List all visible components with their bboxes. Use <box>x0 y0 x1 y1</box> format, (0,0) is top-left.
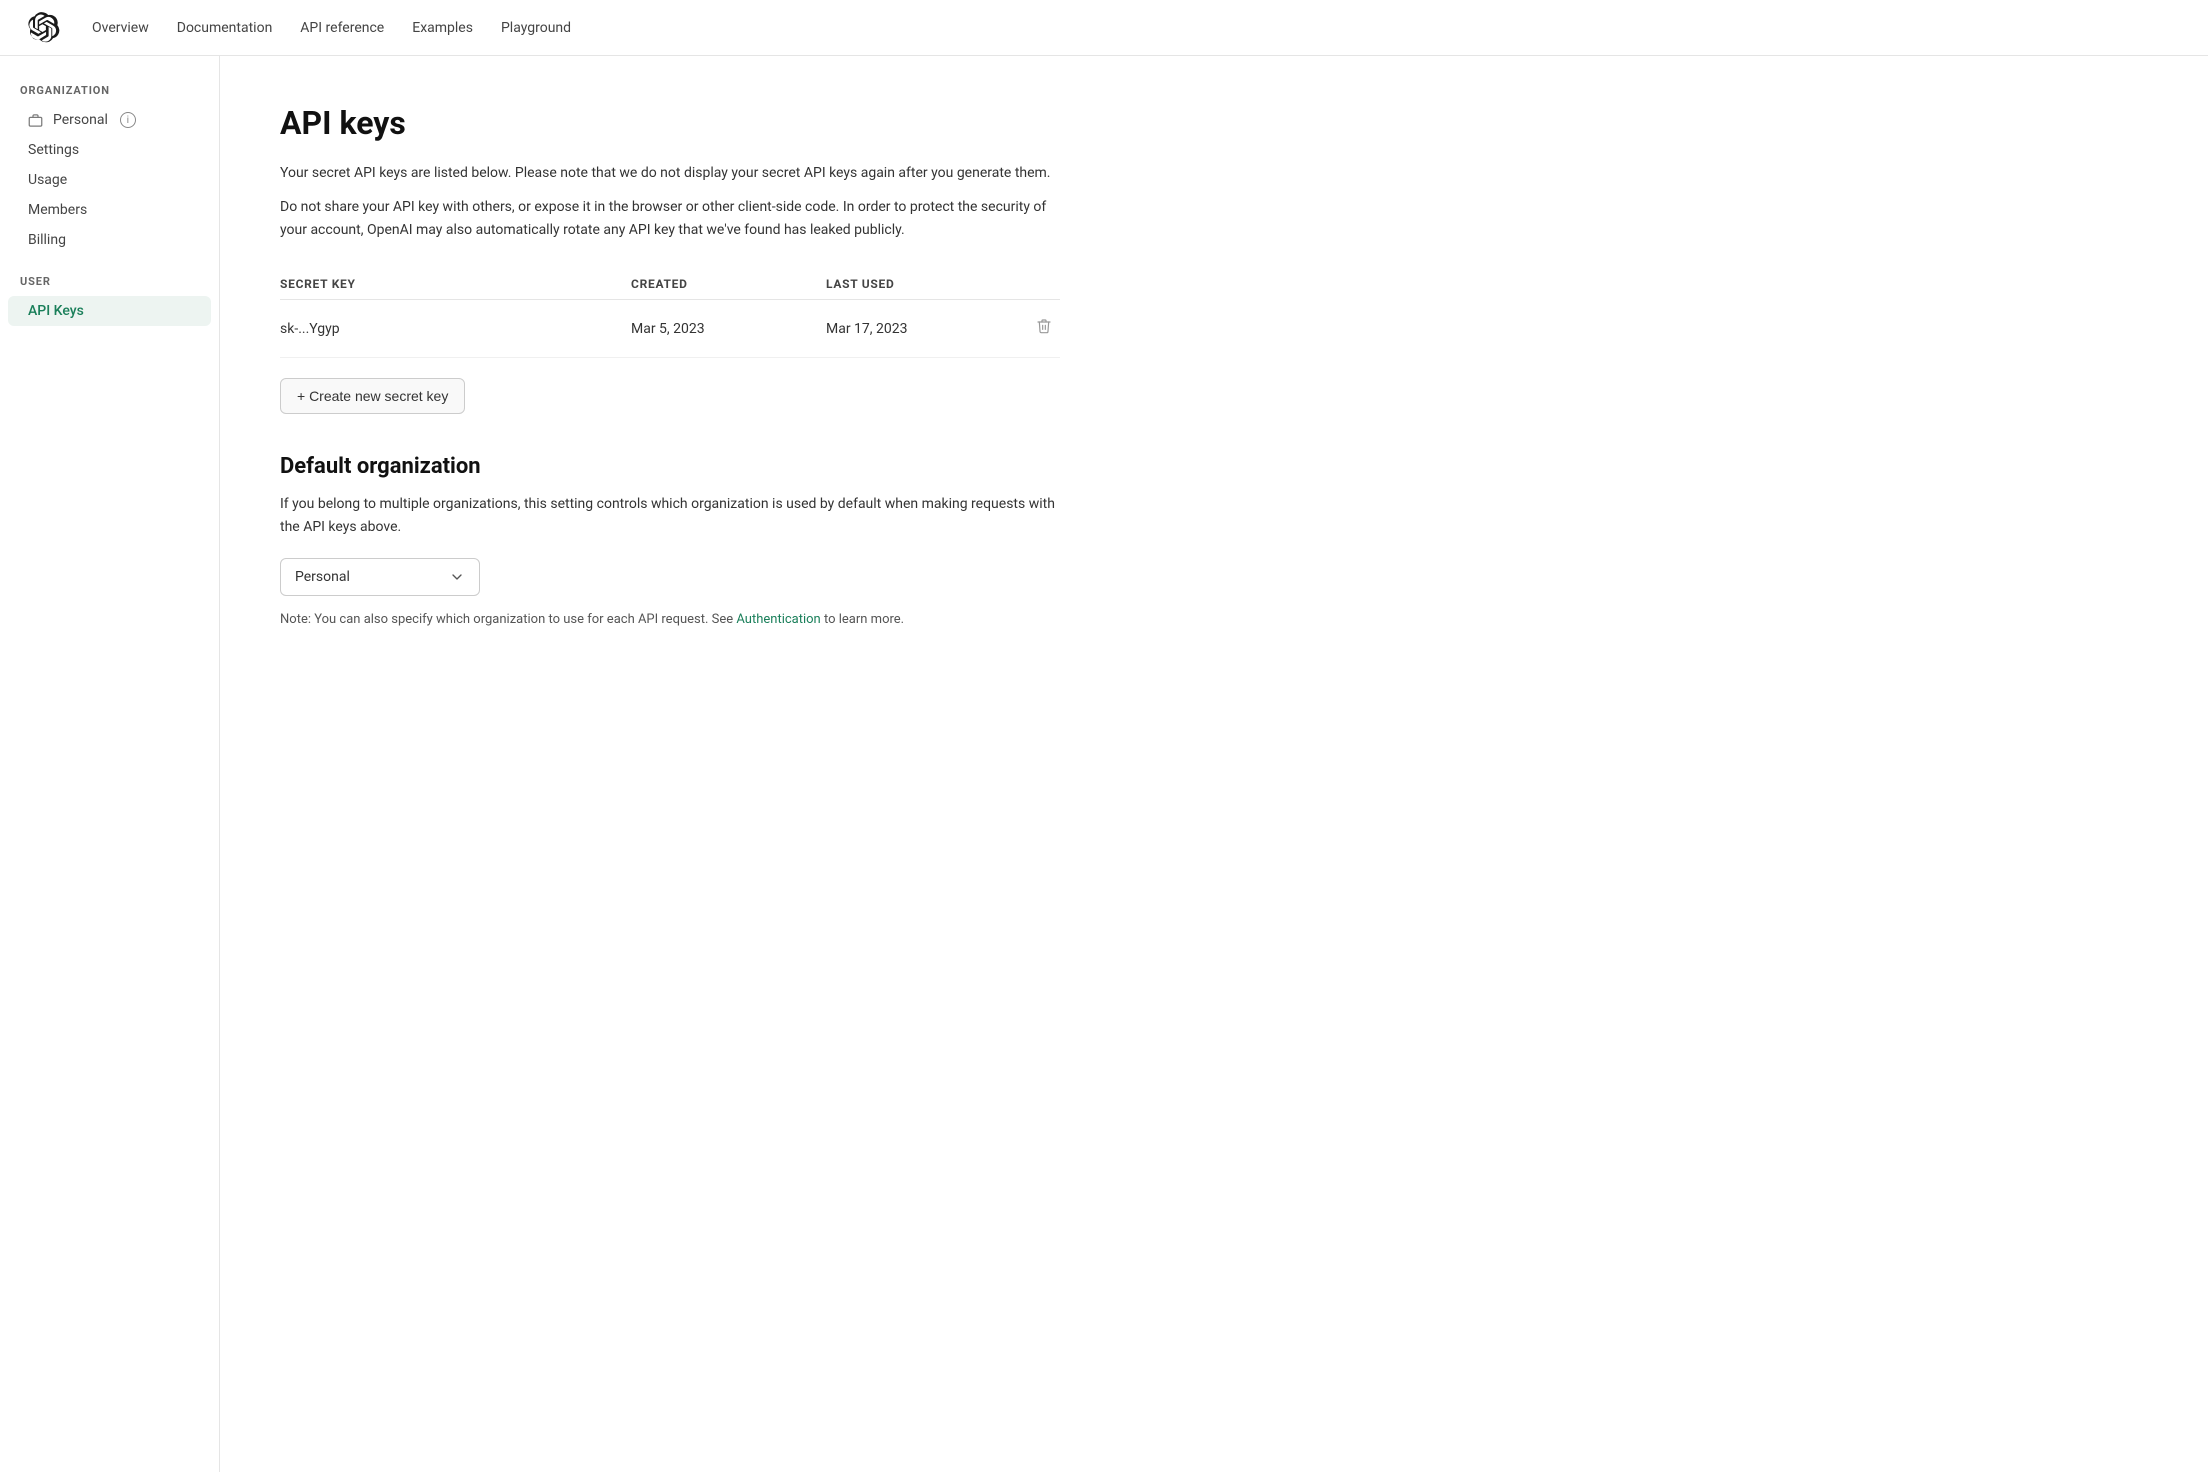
sidebar: ORGANIZATION Personal i Settings Usage M… <box>0 56 220 1472</box>
user-section: USER API Keys <box>0 275 219 326</box>
sidebar-item-settings[interactable]: Settings <box>8 135 211 165</box>
nav-playground[interactable]: Playground <box>501 20 571 36</box>
default-org-description: If you belong to multiple organizations,… <box>280 493 1060 538</box>
settings-label: Settings <box>28 142 79 158</box>
members-label: Members <box>28 202 87 218</box>
org-dropdown-wrapper: Personal <box>280 558 1060 596</box>
col-header-created: CREATED <box>631 269 826 300</box>
usage-label: Usage <box>28 172 67 188</box>
org-section-label: ORGANIZATION <box>0 84 219 105</box>
org-dropdown[interactable]: Personal <box>280 558 480 596</box>
org-name-label: Personal <box>53 112 108 128</box>
page-title: API keys <box>280 104 1060 142</box>
top-nav: Overview Documentation API reference Exa… <box>0 0 2208 56</box>
note-text: Note: You can also specify which organiz… <box>280 610 1060 630</box>
default-org-title: Default organization <box>280 454 1060 479</box>
authentication-link[interactable]: Authentication <box>736 612 820 627</box>
org-section: ORGANIZATION Personal i Settings Usage M… <box>0 84 219 255</box>
nav-examples[interactable]: Examples <box>412 20 473 36</box>
nav-api-reference[interactable]: API reference <box>300 20 384 36</box>
nav-overview[interactable]: Overview <box>92 20 149 36</box>
user-section-label: USER <box>0 275 219 296</box>
create-new-key-button[interactable]: + Create new secret key <box>280 378 465 414</box>
billing-label: Billing <box>28 232 66 248</box>
api-keys-label: API Keys <box>28 303 84 319</box>
delete-key-button[interactable] <box>1032 314 1056 343</box>
briefcase-icon <box>28 112 45 128</box>
info-icon[interactable]: i <box>120 112 136 128</box>
description-1: Your secret API keys are listed below. P… <box>280 162 1060 184</box>
description-2: Do not share your API key with others, o… <box>280 196 1060 241</box>
api-keys-table: SECRET KEY CREATED LAST USED sk-...Ygyp … <box>280 269 1060 358</box>
nav-documentation[interactable]: Documentation <box>177 20 273 36</box>
table-row: sk-...Ygyp Mar 5, 2023 Mar 17, 2023 <box>280 300 1060 358</box>
col-header-action <box>1021 269 1060 300</box>
sidebar-item-personal[interactable]: Personal i <box>8 105 211 135</box>
nav-links: Overview Documentation API reference Exa… <box>92 20 571 36</box>
created-value: Mar 5, 2023 <box>631 300 826 358</box>
sidebar-item-billing[interactable]: Billing <box>8 225 211 255</box>
logo[interactable] <box>28 12 60 44</box>
chevron-down-icon <box>449 569 465 585</box>
key-value: sk-...Ygyp <box>280 300 631 358</box>
sidebar-item-api-keys[interactable]: API Keys <box>8 296 211 326</box>
sidebar-item-usage[interactable]: Usage <box>8 165 211 195</box>
last-used-value: Mar 17, 2023 <box>826 300 1021 358</box>
col-header-key: SECRET KEY <box>280 269 631 300</box>
main-content: API keys Your secret API keys are listed… <box>220 56 1120 1472</box>
col-header-last-used: LAST USED <box>826 269 1021 300</box>
sidebar-item-members[interactable]: Members <box>8 195 211 225</box>
layout: ORGANIZATION Personal i Settings Usage M… <box>0 56 2208 1472</box>
org-dropdown-value: Personal <box>295 569 350 585</box>
